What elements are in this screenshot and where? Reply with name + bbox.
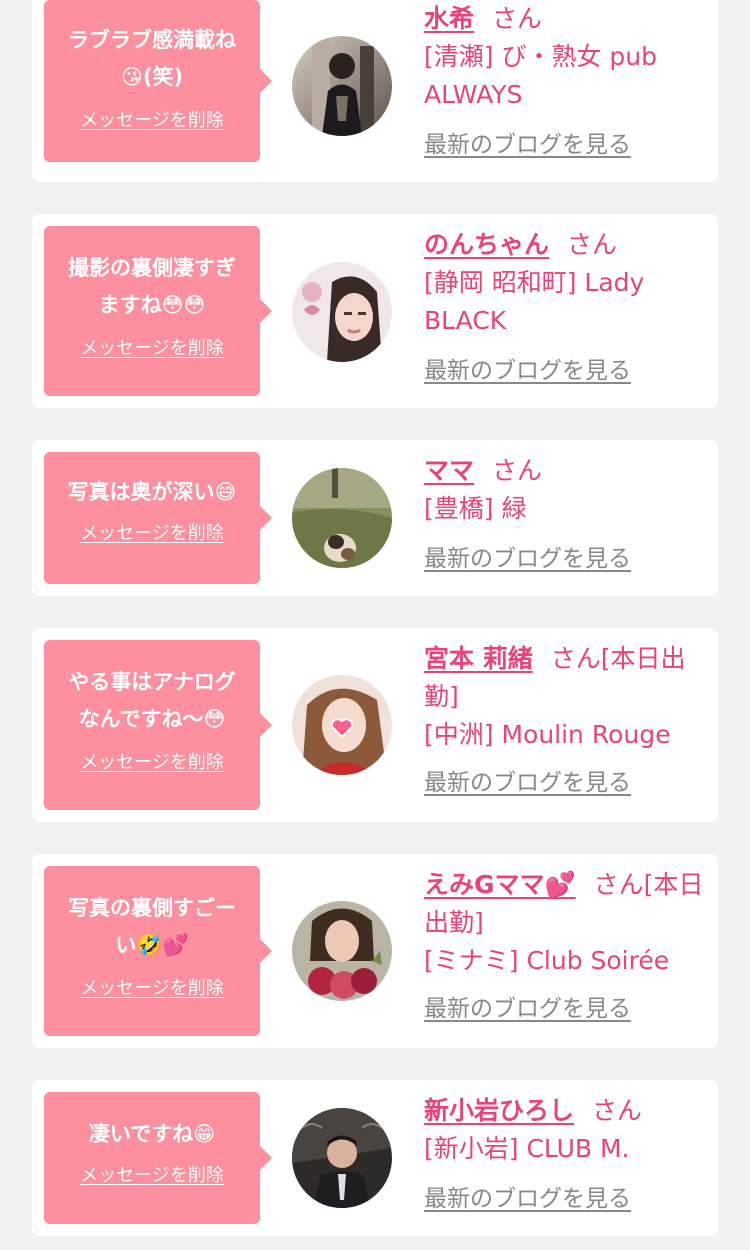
sender-name-link[interactable]: ママ: [424, 456, 474, 485]
message-card: 写真は奥が深い😅 メッセージを削除 ママ さん [豊橋] 緑 最新のブログを見る: [32, 440, 718, 596]
delete-message-link[interactable]: メッセージを削除: [80, 106, 224, 132]
sender-info: 水希 さん [清瀬] び・熟女 pub ALWAYS 最新のブログを見る: [424, 0, 710, 164]
delete-message-link[interactable]: メッセージを削除: [80, 334, 224, 360]
message-text: やる事はアナログ なんですね〜😳: [50, 664, 254, 738]
latest-blog-link[interactable]: 最新のブログを見る: [424, 764, 631, 802]
honorific: さん: [593, 870, 644, 899]
latest-blog-link[interactable]: 最新のブログを見る: [424, 990, 631, 1028]
message-card: 撮影の裏側凄すぎ ますね😳😳 メッセージを削除 のんちゃん さん [静岡 昭和町]…: [32, 214, 718, 408]
message-bubble: 写真は奥が深い😅 メッセージを削除: [44, 452, 272, 584]
message-bubble: 凄いですね😁 メッセージを削除: [44, 1092, 272, 1224]
delete-message-link[interactable]: メッセージを削除: [80, 1161, 224, 1187]
latest-blog-link[interactable]: 最新のブログを見る: [424, 1180, 631, 1218]
message-bubble: 写真の裏側すごー い🤣💕 メッセージを削除: [44, 866, 272, 1036]
message-card: ラブラブ感満載ね 😘(笑) メッセージを削除 水希 さん [清瀬] び・熟女 pu…: [32, 0, 718, 182]
message-text-line: 凄いですね😁: [88, 1122, 216, 1146]
message-text-line: なんですね〜😳: [78, 707, 226, 731]
sender-name-link[interactable]: えみGママ💕: [424, 870, 576, 899]
latest-blog-link[interactable]: 最新のブログを見る: [424, 352, 631, 390]
sender-name-link[interactable]: 新小岩ひろし: [424, 1096, 574, 1125]
message-bubble: ラブラブ感満載ね 😘(笑) メッセージを削除: [44, 0, 272, 162]
honorific: さん: [550, 644, 601, 673]
message-card: やる事はアナログ なんですね〜😳 メッセージを削除 宮本 莉緒 さん[本日出勤] …: [32, 628, 718, 822]
message-text: 写真の裏側すごー い🤣💕: [50, 890, 254, 964]
shop-name: [新小岩] CLUB M.: [424, 1134, 630, 1163]
shop-name: [清瀬] び・熟女 pub ALWAYS: [424, 42, 657, 109]
delete-message-link[interactable]: メッセージを削除: [80, 974, 224, 1000]
latest-blog-link[interactable]: 最新のブログを見る: [424, 126, 631, 164]
avatar[interactable]: [292, 262, 392, 362]
sender-info: 宮本 莉緒 さん[本日出勤] [中洲] Moulin Rouge 最新のブログを見…: [424, 640, 710, 802]
message-text-line: い🤣💕: [115, 933, 189, 957]
message-bubble: 撮影の裏側凄すぎ ますね😳😳 メッセージを削除: [44, 226, 272, 396]
sender-info: えみGママ💕 さん[本日出勤] [ミナミ] Club Soirée 最新のブログを…: [424, 866, 710, 1028]
message-text-line: やる事はアナログ: [68, 670, 236, 694]
sender-info: ママ さん [豊橋] 緑 最新のブログを見る: [424, 452, 710, 578]
sender-name-link[interactable]: のんちゃん: [424, 230, 549, 259]
message-text: 写真は奥が深い😅: [50, 474, 254, 511]
latest-blog-link[interactable]: 最新のブログを見る: [424, 540, 631, 578]
message-text: 撮影の裏側凄すぎ ますね😳😳: [50, 250, 254, 324]
avatar[interactable]: [292, 1108, 392, 1208]
shop-name: [中洲] Moulin Rouge: [424, 720, 671, 749]
sender-name-link[interactable]: 宮本 莉緒: [424, 644, 533, 673]
message-text-line: 写真の裏側すごー: [68, 896, 236, 920]
message-text-line: ますね😳😳: [98, 293, 206, 317]
honorific: さん: [567, 230, 618, 259]
sender-info: のんちゃん さん [静岡 昭和町] Lady BLACK 最新のブログを見る: [424, 226, 710, 390]
sender-info: 新小岩ひろし さん [新小岩] CLUB M. 最新のブログを見る: [424, 1092, 710, 1218]
honorific: さん: [592, 1096, 643, 1125]
message-text-line: 撮影の裏側凄すぎ: [68, 256, 236, 280]
message-card: 写真の裏側すごー い🤣💕 メッセージを削除 えみGママ💕 さん[本日出勤] [ミナ…: [32, 854, 718, 1048]
avatar[interactable]: [292, 901, 392, 1001]
message-card: 凄いですね😁 メッセージを削除 新小岩ひろし さん [新小岩] CLUB M. 最…: [32, 1080, 718, 1236]
message-bubble: やる事はアナログ なんですね〜😳 メッセージを削除: [44, 640, 272, 810]
avatar[interactable]: [292, 36, 392, 136]
shop-name: [ミナミ] Club Soirée: [424, 946, 670, 975]
message-text-line: ラブラブ感満載ね: [68, 28, 236, 52]
message-text-line: 😘(笑): [120, 65, 184, 89]
honorific: さん: [492, 456, 543, 485]
message-text: ラブラブ感満載ね 😘(笑): [50, 22, 254, 96]
shop-name: [静岡 昭和町] Lady BLACK: [424, 268, 645, 335]
avatar[interactable]: [292, 675, 392, 775]
message-text-line: 写真は奥が深い😅: [67, 480, 237, 504]
avatar[interactable]: [292, 468, 392, 568]
delete-message-link[interactable]: メッセージを削除: [80, 748, 224, 774]
honorific: さん: [492, 4, 543, 33]
message-text: 凄いですね😁: [50, 1116, 254, 1153]
delete-message-link[interactable]: メッセージを削除: [80, 519, 224, 545]
sender-name-link[interactable]: 水希: [424, 4, 474, 33]
shop-name: [豊橋] 緑: [424, 494, 527, 523]
